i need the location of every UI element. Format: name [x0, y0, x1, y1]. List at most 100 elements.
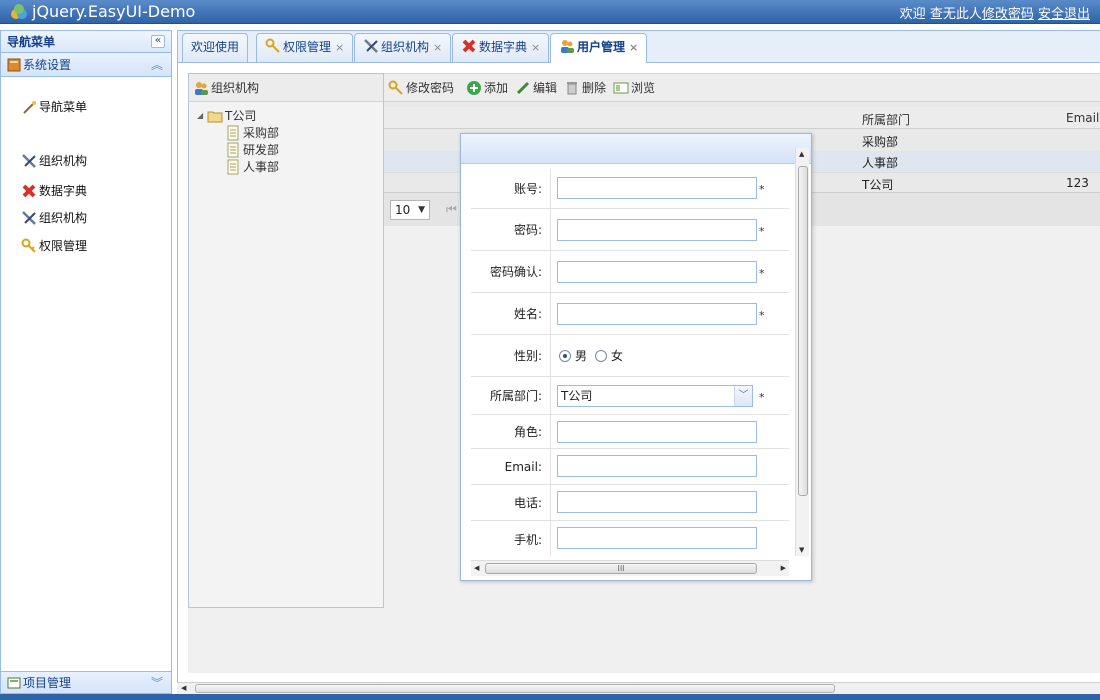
- nav-item-dictionary[interactable]: 数据字典: [21, 182, 87, 200]
- name-label: 姓名:: [471, 293, 551, 334]
- nav-item-org[interactable]: 组织机构: [21, 152, 87, 170]
- confirm-password-input[interactable]: [557, 261, 757, 283]
- account-input[interactable]: [557, 177, 757, 199]
- phone-label: 电话:: [471, 485, 551, 520]
- dialog-horizontal-scrollbar[interactable]: ◀ III ▶: [471, 560, 789, 576]
- nav-item-label: 导航菜单: [39, 100, 88, 114]
- nav-item-org-2[interactable]: 组织机构: [21, 209, 87, 227]
- change-password-link[interactable]: 修改密码: [982, 7, 1034, 22]
- tab-label: 用户管理: [577, 40, 626, 54]
- form-row-email: Email:: [471, 449, 789, 485]
- tree-node-label: 人事部: [243, 160, 280, 174]
- tree-expand-icon[interactable]: ◢: [197, 111, 203, 120]
- nav-item-nav-menu[interactable]: 导航菜单: [21, 98, 87, 116]
- tab-org[interactable]: 组织机构 ×: [354, 33, 452, 62]
- tree-node-child[interactable]: 研发部: [225, 142, 279, 158]
- required-mark: *: [759, 225, 765, 238]
- tab-dictionary[interactable]: 数据字典 ×: [452, 33, 550, 62]
- browse-button[interactable]: 浏览: [613, 79, 655, 97]
- password-input[interactable]: [557, 219, 757, 241]
- grid-header: 所属部门 Email: [384, 107, 1100, 129]
- accordion-project-management[interactable]: 项目管理 ︾: [1, 671, 171, 693]
- gender-female-radio[interactable]: 女: [595, 348, 623, 364]
- gender-male-radio[interactable]: 男: [559, 348, 587, 364]
- tab-permission[interactable]: 权限管理 ×: [256, 33, 354, 62]
- collapse-panel-button[interactable]: «: [151, 35, 165, 48]
- phone-input[interactable]: [557, 491, 757, 513]
- edit-button[interactable]: 编辑: [515, 79, 557, 97]
- tab-close-icon[interactable]: ×: [629, 41, 638, 54]
- change-password-button[interactable]: 修改密码: [388, 79, 454, 97]
- form-row-password: 密码: *: [471, 209, 789, 251]
- cell-dept: 采购部: [862, 135, 899, 149]
- radio-label: 女: [611, 349, 624, 363]
- dept-combobox[interactable]: T公司 ﹀: [557, 385, 753, 407]
- tab-close-icon[interactable]: ×: [531, 41, 540, 54]
- tab-welcome[interactable]: 欢迎使用: [182, 33, 249, 62]
- chevron-down-icon[interactable]: ﹀: [734, 386, 752, 406]
- dialog-vertical-scrollbar[interactable]: ▲ ▼: [795, 148, 809, 556]
- logout-link[interactable]: 安全退出: [1038, 7, 1090, 22]
- key-icon: [265, 38, 280, 53]
- scroll-right-icon[interactable]: ▶: [781, 564, 786, 572]
- first-page-icon[interactable]: ⏮: [446, 202, 457, 217]
- button-label: 编辑: [533, 81, 558, 95]
- user-area: 欢迎 查无此人修改密码 安全退出: [900, 3, 1090, 22]
- scroll-left-icon[interactable]: ◀: [181, 684, 186, 692]
- page-size-select[interactable]: 10 ▼: [390, 200, 430, 220]
- nav-item-permission[interactable]: 权限管理: [21, 237, 87, 255]
- form-row-confirm: 密码确认: *: [471, 251, 789, 293]
- scroll-thumb[interactable]: III: [485, 563, 757, 574]
- file-icon: [227, 159, 239, 175]
- chevron-down-icon[interactable]: ︾: [151, 672, 163, 694]
- tree-node-root[interactable]: T公司: [207, 108, 256, 124]
- tree-node-label: 采购部: [243, 126, 280, 140]
- accordion-title: 系统设置: [23, 58, 72, 72]
- tab-close-icon[interactable]: ×: [433, 41, 442, 54]
- tab-label: 欢迎使用: [191, 40, 240, 54]
- accordion-title: 项目管理: [23, 676, 72, 690]
- password-label: 密码:: [471, 209, 551, 250]
- nav-header-title: 导航菜单: [7, 35, 56, 49]
- form-row-dept: 所属部门: T公司 ﹀ *: [471, 377, 789, 415]
- nav-item-label: 组织机构: [39, 154, 88, 168]
- scroll-up-icon[interactable]: ▲: [799, 150, 804, 158]
- tab-user-management[interactable]: 用户管理 ×: [550, 33, 648, 63]
- org-tree-panel: 组织机构 ◢ T公司 采购部 研发部 人事部: [188, 73, 384, 608]
- column-header-email[interactable]: Email: [1066, 111, 1099, 125]
- chevron-up-icon[interactable]: ︽: [151, 53, 163, 77]
- email-input[interactable]: [557, 455, 757, 477]
- cell-dept: 人事部: [862, 156, 899, 170]
- accordion-system-settings[interactable]: 系统设置 ︽: [1, 53, 171, 77]
- page-size-value: 10: [395, 203, 411, 217]
- role-input[interactable]: [557, 421, 757, 443]
- app-title: jQuery.EasyUI-Demo: [32, 2, 196, 21]
- button-label: 添加: [484, 81, 509, 95]
- tab-close-icon[interactable]: ×: [335, 41, 344, 54]
- view-icon: [613, 82, 629, 94]
- email-label: Email:: [471, 449, 551, 484]
- pencil-icon: [516, 81, 530, 95]
- delete-button[interactable]: 删除: [564, 79, 606, 97]
- username: 查无此人: [929, 7, 982, 22]
- tree-node-child[interactable]: 采购部: [225, 125, 279, 141]
- column-header-dept[interactable]: 所属部门: [862, 111, 910, 128]
- form-row-account: 账号: *: [471, 169, 789, 209]
- scroll-thumb[interactable]: [798, 166, 808, 496]
- name-input[interactable]: [557, 303, 757, 325]
- add-button[interactable]: 添加: [466, 79, 508, 97]
- dropdown-arrow-icon[interactable]: ▼: [418, 201, 425, 219]
- app-logo-icon: [11, 4, 27, 19]
- mobile-input[interactable]: [557, 527, 757, 549]
- key-icon: [388, 80, 403, 95]
- scroll-left-icon[interactable]: ◀: [474, 564, 479, 572]
- scroll-down-icon[interactable]: ▼: [799, 546, 804, 554]
- title-bar: jQuery.EasyUI-Demo 欢迎 查无此人修改密码 安全退出: [0, 0, 1100, 24]
- scroll-thumb[interactable]: [195, 684, 835, 693]
- cell-email: 123: [1066, 176, 1089, 190]
- tree-node-label: 研发部: [243, 143, 280, 157]
- tools-icon: [22, 154, 36, 168]
- main-horizontal-scrollbar[interactable]: ◀: [177, 682, 1100, 694]
- tree-node-child[interactable]: 人事部: [225, 159, 279, 175]
- gender-label: 性别:: [471, 335, 551, 376]
